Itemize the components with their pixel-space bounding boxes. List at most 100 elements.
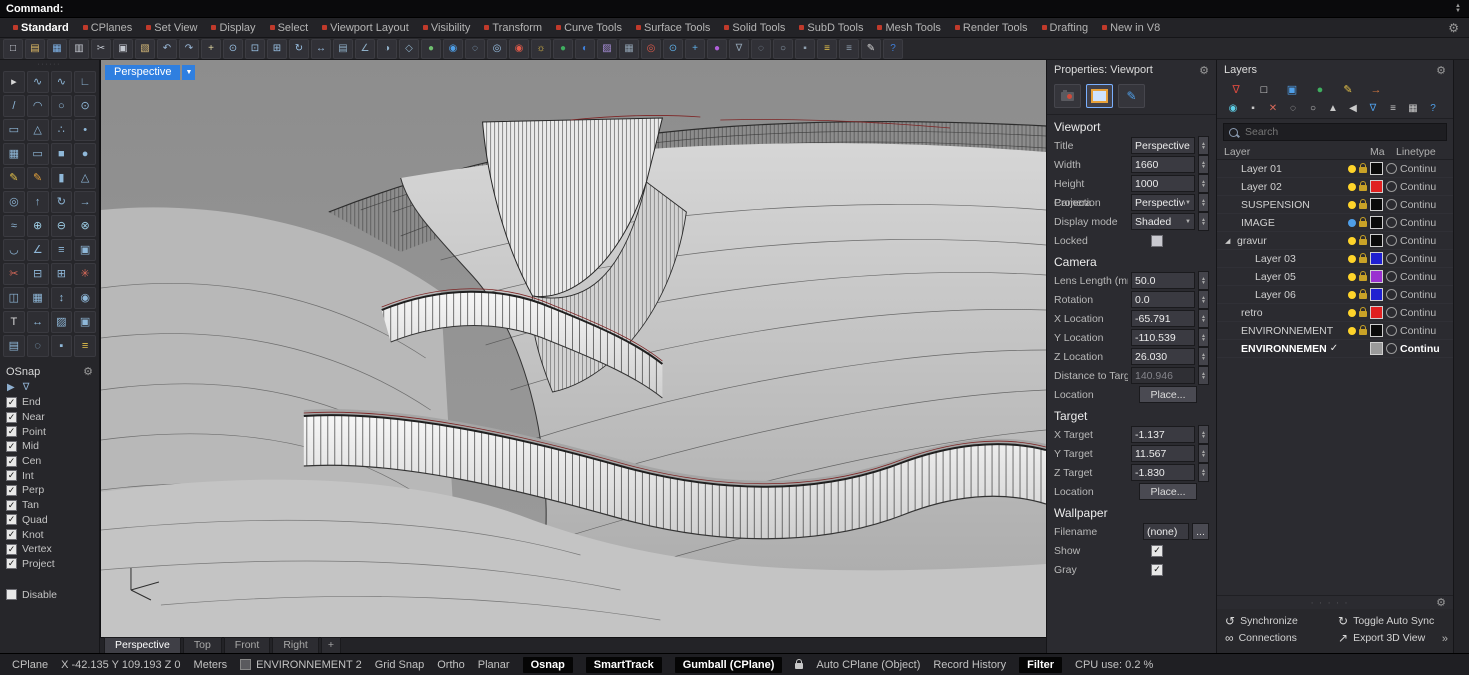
menu-item[interactable]: Render Tools <box>948 20 1035 36</box>
named-view-icon[interactable]: ▤ <box>333 39 353 59</box>
layer-color-swatch[interactable] <box>1370 252 1383 265</box>
sun-icon[interactable]: ☼ <box>531 39 551 59</box>
curve-tool-icon[interactable]: ∿ <box>51 71 73 93</box>
spinner[interactable]: ▲▼ <box>1198 425 1209 444</box>
ortho-toggle[interactable]: Ortho <box>437 659 465 671</box>
layer-color-swatch[interactable] <box>1370 342 1383 355</box>
gear-icon[interactable]: ⚙ <box>83 365 93 378</box>
line-tool-icon[interactable]: / <box>3 95 25 117</box>
browse-button[interactable]: ... <box>1192 523 1209 540</box>
layer-row[interactable]: ENVIRONNEMENT Continu <box>1217 322 1453 340</box>
offset-tool-icon[interactable]: ≡ <box>51 239 73 261</box>
paint-tool-icon[interactable]: ✎ <box>3 167 25 189</box>
layer-linetype[interactable]: Continu <box>1400 289 1448 301</box>
torus-tool-icon[interactable]: ◎ <box>3 191 25 213</box>
spinner[interactable]: ▲▼ <box>1198 347 1209 366</box>
cplane-pane-button[interactable]: CPlane <box>12 659 48 671</box>
polyline-tool-icon[interactable]: ∟ <box>74 71 96 93</box>
rectangle-tool-icon[interactable]: ▭ <box>3 119 25 141</box>
layer-visibility-bulb-icon[interactable] <box>1348 183 1356 191</box>
layer-row[interactable]: Layer 03 Continu <box>1217 250 1453 268</box>
layer-name[interactable]: IMAGE <box>1241 217 1275 229</box>
list-icon[interactable]: ≡ <box>1386 102 1400 115</box>
mirror-tool-icon[interactable]: ◫ <box>3 287 25 309</box>
material-icon[interactable]: ● <box>553 39 573 59</box>
move-layer-icon[interactable]: → <box>1367 83 1385 98</box>
osnap-option[interactable]: ✓ Vertex <box>0 542 99 557</box>
menu-item[interactable]: Select <box>263 20 316 36</box>
filter-small-icon[interactable]: ∇ <box>1366 102 1380 115</box>
layer-lock-icon[interactable] <box>1359 275 1367 281</box>
spinner[interactable]: ▲▼ <box>1198 309 1209 328</box>
layer-visibility-bulb-icon[interactable] <box>1348 309 1356 317</box>
circle-tool-icon[interactable]: ○ <box>51 95 73 117</box>
ghosted-icon[interactable]: ◌ <box>465 39 485 59</box>
layer-name[interactable]: ENVIRONNEMENT <box>1241 325 1333 337</box>
spinner[interactable]: ▲▼ <box>1198 212 1209 231</box>
left-arrow-icon[interactable]: ◀ <box>1346 102 1360 115</box>
circle-icon[interactable]: ○ <box>1306 102 1320 115</box>
layer-linetype[interactable]: Continu <box>1400 217 1448 229</box>
panel-drag-handle[interactable]: ∙ ∙ ∙ ∙ ∙ <box>1224 598 1436 607</box>
toggle-auto-sync-button[interactable]: ↻ Toggle Auto Sync <box>1338 614 1445 628</box>
more-actions-button[interactable]: » <box>1442 633 1448 645</box>
trim-tool-icon[interactable]: ✂ <box>3 263 25 285</box>
revolve-tool-icon[interactable]: ↻ <box>51 191 73 213</box>
split-tool-icon[interactable]: ⊟ <box>27 263 49 285</box>
menu-item[interactable]: New in V8 <box>1095 20 1167 36</box>
layer-row[interactable]: ENVIRONNEMEN ✓ Continu <box>1217 340 1453 358</box>
layer-row[interactable]: IMAGE Continu <box>1217 214 1453 232</box>
osnap-option[interactable]: ✓ Cen <box>0 454 99 469</box>
open-file-icon[interactable]: ▤ <box>25 39 45 59</box>
display-mode-dropdown[interactable]: Shaded▼ <box>1131 213 1195 230</box>
layer-lock-icon[interactable] <box>1359 293 1367 299</box>
lock-small-icon[interactable]: ▪ <box>1246 102 1260 115</box>
auto-cplane-toggle[interactable]: Auto CPlane (Object) <box>816 659 920 671</box>
command-bar[interactable]: Command: ▲ ▼ <box>0 0 1469 18</box>
filter-layers-icon[interactable]: ∇ <box>1227 83 1245 98</box>
gumball-icon[interactable]: ◎ <box>641 39 661 59</box>
osnap-option[interactable]: ✓ Project <box>0 557 99 572</box>
title-field[interactable]: Perspective <box>1131 137 1195 154</box>
layer-name[interactable]: retro <box>1241 307 1263 319</box>
cut-icon[interactable]: ✂ <box>91 39 111 59</box>
spinner[interactable]: ▲▼ <box>1198 155 1209 174</box>
zoom-window-icon[interactable]: ⊡ <box>245 39 265 59</box>
shell-tool-icon[interactable]: ▣ <box>74 239 96 261</box>
fillet-tool-icon[interactable]: ◡ <box>3 239 25 261</box>
layer-linetype[interactable]: Continu <box>1400 253 1448 265</box>
gear-icon[interactable]: ⚙ <box>1199 64 1209 77</box>
synchronize-button[interactable]: ↺ Synchronize <box>1225 614 1332 628</box>
osnap-icon[interactable]: ⊙ <box>663 39 683 59</box>
hide-icon[interactable]: ○ <box>773 39 793 59</box>
show-checkbox[interactable]: ✓ <box>1151 545 1163 557</box>
layer-material-icon[interactable] <box>1386 235 1397 246</box>
grid-icon[interactable]: ▦ <box>619 39 639 59</box>
checkbox[interactable]: ✓ <box>6 397 17 408</box>
perspective-viewport[interactable]: Perspective ▼ <box>100 60 1046 637</box>
menu-item[interactable]: Display <box>204 20 262 36</box>
active-layer-indicator[interactable]: ENVIRONNEMENT 2 <box>240 659 362 671</box>
lock-object-icon[interactable]: ▪ <box>795 39 815 59</box>
layer-material-icon[interactable] <box>1386 199 1397 210</box>
target-place-button[interactable]: Place... <box>1139 483 1197 500</box>
xray-icon[interactable]: ◎ <box>487 39 507 59</box>
layer-color-swatch[interactable] <box>1370 216 1383 229</box>
viewport-tab[interactable]: + <box>321 637 341 653</box>
plane-tool-icon[interactable]: ▭ <box>27 143 49 165</box>
checkbox[interactable]: ✓ <box>6 470 17 481</box>
join-tool-icon[interactable]: ⊞ <box>51 263 73 285</box>
y-location-field[interactable]: -110.539 <box>1131 329 1195 346</box>
layer-lock-icon[interactable] <box>1359 221 1367 227</box>
properties-icon[interactable]: ≡ <box>839 39 859 59</box>
text-tool-icon[interactable]: T <box>3 311 25 333</box>
spinner[interactable]: ▲▼ <box>1198 463 1209 482</box>
spinner[interactable]: ▲▼ <box>1198 136 1209 155</box>
texture-icon[interactable]: ▨ <box>597 39 617 59</box>
z-target-field[interactable]: -1.830 <box>1131 464 1195 481</box>
lasso-tool-icon[interactable]: ∿ <box>27 71 49 93</box>
scale-tool-icon[interactable]: ↕ <box>51 287 73 309</box>
new-file-icon[interactable]: □ <box>3 39 23 59</box>
gear-icon[interactable]: ⚙ <box>1448 21 1463 35</box>
layer-linetype[interactable]: Continu <box>1400 235 1448 247</box>
